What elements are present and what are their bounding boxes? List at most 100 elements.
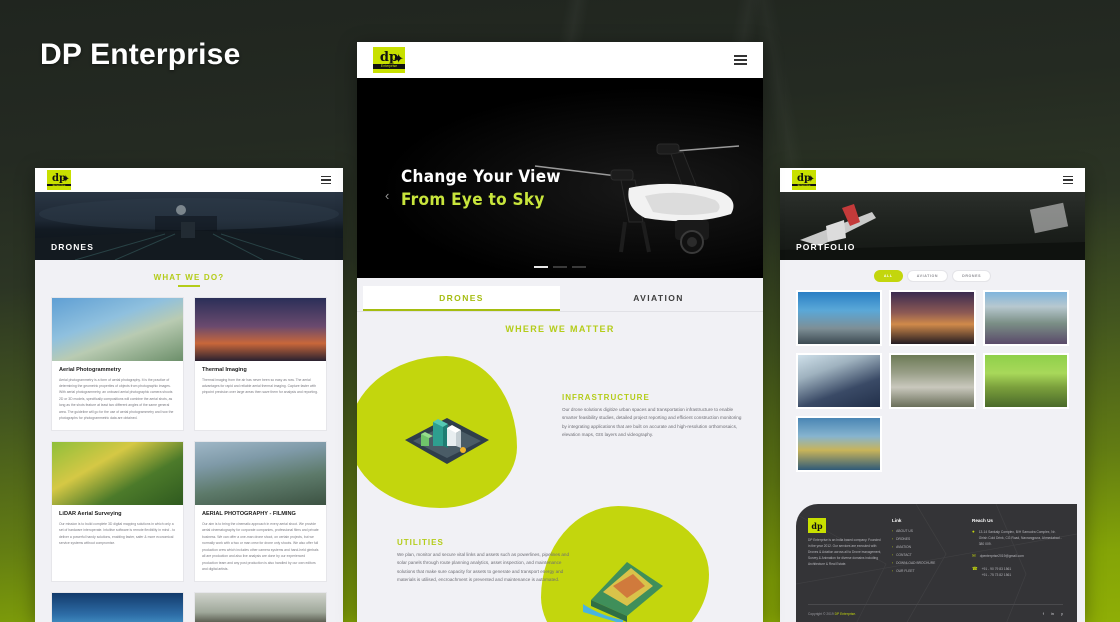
portfolio-thumb[interactable] [982,353,1069,409]
utilities-block: UTILITIES We plan, monitor and secure vi… [397,538,579,585]
tab-aviation[interactable]: AVIATION [560,286,757,311]
linkedin-icon[interactable]: in [1051,611,1054,616]
footer-bottom-bar: Copyright © 2019 DP Enterprise. f in y [808,604,1063,616]
slider-dot-1[interactable] [534,266,548,268]
site-footer: dp DP Enterprise is an India based compa… [796,504,1077,622]
footer-phone-2: +91 - 75 73 82 1561 [981,573,1012,578]
center-website-panel[interactable]: ✦ dp Enterprise ‹ Change Your View From … [357,42,763,622]
terrain-isometric-illustration [583,562,663,622]
hamburger-menu-icon[interactable] [321,175,331,185]
copyright-prefix: Copyright © 2019 [808,611,834,616]
footer-reach-column: Reach Us ● 13-14 Sankalp Complex, B/H Sa… [972,518,1063,584]
card-title: LiDAR Aerial Surveying [59,510,122,517]
footer-reach-heading: Reach Us [972,518,993,523]
portfolio-thumb[interactable] [982,290,1069,346]
infrastructure-block: INFRASTRUCTURE Our drone solutions digit… [562,393,744,440]
footer-link-contact[interactable]: › CONTACT [892,553,962,557]
chevron-right-icon: › [892,529,894,533]
list-item[interactable]: Thermal Imaging Thermal imaging from the… [194,296,327,431]
footer-address-row: ● 13-14 Sankalp Complex, B/H Samudra Com… [972,529,1063,547]
footer-link-about-us[interactable]: › ABOUT US [892,529,962,533]
chevron-right-icon: › [892,537,894,541]
list-item[interactable]: Aerial Photogrammetry Aerial photogramme… [51,296,184,431]
block-heading: UTILITIES [397,538,444,547]
hero-headline-line1: Change Your View [401,167,561,187]
filter-pill-drones[interactable]: DRONES [952,270,992,282]
footer-about: dp DP Enterprise is an India based compa… [808,518,882,584]
card-body-text: Thermal imaging from the air has never b… [202,377,318,395]
footer-links-heading: Link [892,518,902,523]
hamburger-menu-icon[interactable] [1063,175,1073,185]
where-we-matter-heading: WHERE WE MATTER [505,324,615,334]
logo[interactable]: ✦ dp Enterprise [47,170,71,190]
list-item[interactable] [51,591,184,622]
left-website-panel[interactable]: ✦ dp Enterprise DRONES WHAT WE DO? Aeria… [35,168,343,622]
block-body: We plan, monitor and secure vital links … [397,552,570,583]
envelope-icon: ✉ [972,553,976,559]
footer-link-aviation[interactable]: › AVIATION [892,545,962,549]
service-cards-grid-bottom [35,591,343,622]
copyright-brand: DP Enterprise. [834,611,857,616]
right-banner-label: PORTFOLIO [796,242,856,252]
facebook-icon[interactable]: f [1043,611,1044,616]
where-we-matter-content: INFRASTRUCTURE Our drone solutions digit… [357,338,763,622]
left-site-header: ✦ dp Enterprise [35,168,343,192]
footer-phone-row[interactable]: ☎ +91 - 90 79 83 1561 +91 - 75 73 82 156… [972,566,1063,578]
youtube-icon[interactable]: y [1061,611,1063,616]
footer-link-label: DRONES [896,537,911,541]
list-item[interactable]: LiDAR Aerial Surveying Our mission is to… [51,440,184,582]
chevron-right-icon: › [892,545,894,549]
chevron-right-icon: › [892,561,894,565]
right-site-header: ✦ dp Enterprise [780,168,1085,192]
city-isometric-illustration [405,418,489,464]
hamburger-menu-icon[interactable] [734,55,747,65]
slider-dot-2[interactable] [553,266,567,268]
right-website-panel[interactable]: ✦ dp Enterprise PORTFOLIO ALL AVIATION D… [780,168,1085,622]
slider-prev-arrow[interactable]: ‹ [385,188,389,203]
right-banner: PORTFOLIO [780,192,1085,260]
hero-headline-line2: From Eye to Sky [401,189,545,210]
hero-slider[interactable]: ‹ Change Your View From Eye to Sky [357,78,763,278]
portfolio-thumb[interactable] [889,290,976,346]
card-image [195,441,326,505]
card-body-text: Our aim is to bring the cinematic approa… [202,521,319,572]
footer-link-download-brochure[interactable]: › DOWNLOAD BROCHURE [892,561,962,565]
bird-icon: ✦ [806,173,815,185]
footer-link-drones[interactable]: › DRONES [892,537,962,541]
location-pin-icon: ● [972,529,975,534]
tab-drones[interactable]: DRONES [363,286,560,311]
chevron-right-icon: › [892,569,894,573]
footer-email-row[interactable]: ✉ dpenterprise2019@gmail.com [972,553,1063,560]
card-title: Thermal Imaging [202,366,247,373]
footer-email: dpenterprise2019@gmail.com [979,554,1024,559]
card-image [195,297,326,361]
portfolio-thumb[interactable] [796,353,883,409]
portfolio-thumb[interactable] [796,416,883,472]
copyright-text: Copyright © 2019 DP Enterprise. [808,612,856,616]
chevron-right-icon: › [892,553,894,557]
center-site-header: ✦ dp Enterprise [357,42,763,78]
filter-pill-aviation[interactable]: AVIATION [906,270,949,282]
left-banner-label: DRONES [51,242,94,252]
card-image [52,441,183,505]
heading-underline [178,285,200,287]
card-image [52,592,183,622]
filter-pill-all[interactable]: ALL [873,270,903,282]
card-title: AERIAL PHOTOGRAPHY - FILMING [202,510,296,517]
slider-pagination[interactable] [357,266,763,268]
portfolio-thumb[interactable] [889,353,976,409]
service-cards-grid: Aerial Photogrammetry Aerial photogramme… [35,296,343,582]
slider-dot-3[interactable] [572,266,586,268]
list-item[interactable] [194,591,327,622]
block-body: Our drone solutions digitize urban space… [562,407,742,438]
footer-links-column: Link › ABOUT US › DRONES › AVIATION › CONTAC… [892,518,962,584]
hero-text: Change Your View From Eye to Sky [401,166,561,212]
footer-link-our-fleet[interactable]: › OUR FLEET [892,569,962,573]
left-banner: DRONES [35,192,343,260]
list-item[interactable]: AERIAL PHOTOGRAPHY - FILMING Our aim is … [194,440,327,582]
logo[interactable]: ✦ dp Enterprise [792,170,816,190]
bird-icon: ✦ [61,173,70,185]
card-title: Aerial Photogrammetry [59,366,121,373]
logo[interactable]: ✦ dp Enterprise [373,47,405,73]
portfolio-thumb[interactable] [796,290,883,346]
